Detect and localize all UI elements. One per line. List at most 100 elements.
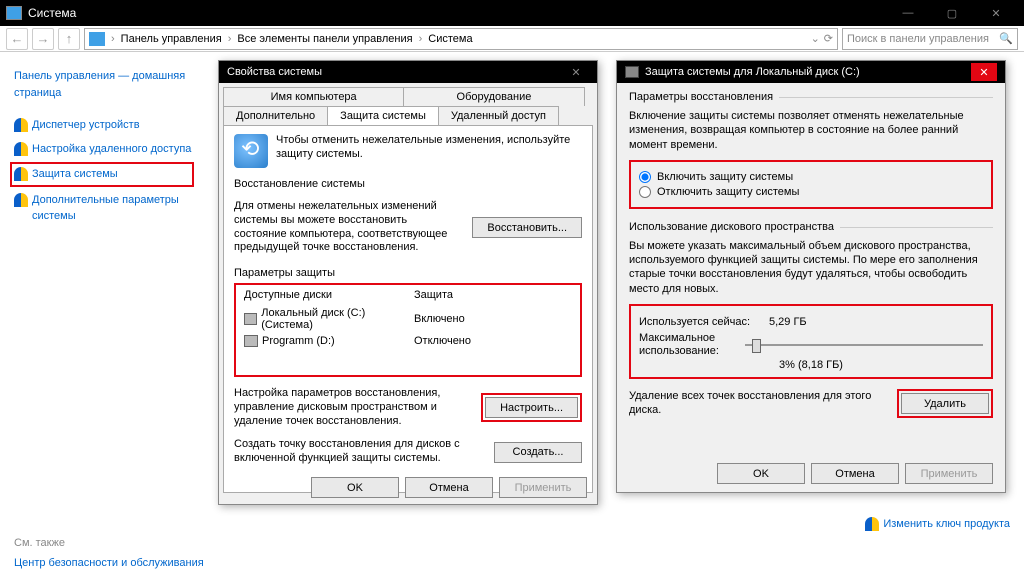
maximize-button[interactable]: ▢ — [930, 0, 974, 26]
sidebar-item-label[interactable]: Диспетчер устройств — [32, 117, 140, 134]
address-bar[interactable]: › Панель управления › Все элементы панел… — [84, 28, 838, 50]
slider-value: 3% (8,18 ГБ) — [639, 359, 983, 371]
tab-remote[interactable]: Удаленный доступ — [438, 106, 559, 125]
radio-label: Отключить защиту системы — [657, 186, 799, 198]
col-protection-header: Защита — [414, 289, 453, 301]
disk-usage-group: Использование дискового пространства — [629, 221, 993, 233]
tab-advanced[interactable]: Дополнительно — [223, 106, 328, 125]
radio-disable-protection[interactable]: Отключить защиту системы — [639, 186, 983, 198]
breadcrumb[interactable]: Все элементы панели управления — [237, 33, 412, 45]
chevron-down-icon[interactable]: ⌄ — [811, 32, 820, 45]
shield-icon — [14, 118, 28, 132]
breadcrumb[interactable]: Панель управления — [121, 33, 222, 45]
radio-highlight: Включить защиту системы Отключить защиту… — [629, 160, 993, 209]
shield-icon — [865, 517, 879, 531]
radio-input[interactable] — [639, 171, 651, 183]
dialog-title: Свойства системы — [227, 66, 322, 78]
protection-params-label: Параметры защиты — [234, 267, 582, 279]
restore-params-text: Включение защиты системы позволяет отмен… — [629, 109, 993, 152]
tab-system-protection[interactable]: Защита системы — [327, 106, 439, 125]
ok-button[interactable]: OK — [717, 463, 805, 484]
configure-button[interactable]: Настроить... — [485, 397, 578, 418]
sidebar-item-label[interactable]: Защита системы — [32, 166, 118, 183]
restore-section-label: Восстановление системы — [234, 178, 582, 190]
tab-bar: Имя компьютера Оборудование Дополнительн… — [219, 83, 597, 125]
drive-status: Отключено — [414, 335, 471, 347]
sidebar-item-device-manager[interactable]: Диспетчер устройств — [14, 115, 194, 136]
close-icon[interactable]: ✕ — [563, 63, 589, 81]
configure-highlight: Настроить... — [481, 393, 582, 422]
shield-icon — [14, 142, 28, 156]
sidebar: Панель управления — домашняя страница Ди… — [0, 52, 208, 585]
dialog-titlebar[interactable]: Защита системы для Локальный диск (C:) ✕ — [617, 61, 1005, 83]
shield-icon — [14, 193, 28, 207]
apply-button[interactable]: Применить — [905, 463, 993, 484]
col-drives-header: Доступные диски — [244, 289, 414, 301]
forward-button[interactable]: → — [32, 28, 54, 50]
computer-icon — [89, 32, 105, 46]
drive-status: Включено — [414, 313, 465, 325]
sidebar-item-label[interactable]: Дополнительные параметры системы — [32, 192, 194, 225]
sidebar-item-system-protection[interactable]: Защита системы — [10, 162, 194, 187]
drives-table: Доступные диски Защита Локальный диск (C… — [236, 285, 580, 349]
create-description: Создать точку восстановления для дисков … — [234, 438, 484, 466]
change-product-key[interactable]: Изменить ключ продукта — [865, 517, 1010, 531]
table-row[interactable]: Локальный диск (C:) (Система) Включено — [236, 305, 580, 333]
radio-label: Включить защиту системы — [657, 171, 793, 183]
restore-button[interactable]: Восстановить... — [472, 217, 582, 238]
tab-computer-name[interactable]: Имя компьютера — [223, 87, 404, 106]
drives-table-highlight: Доступные диски Защита Локальный диск (C… — [234, 283, 582, 377]
restore-icon — [234, 134, 268, 168]
restore-params-group: Параметры восстановления — [629, 91, 993, 103]
search-placeholder: Поиск в панели управления — [847, 33, 989, 45]
create-button[interactable]: Создать... — [494, 442, 582, 463]
close-icon[interactable]: ✕ — [971, 63, 997, 81]
cancel-button[interactable]: Отмена — [811, 463, 899, 484]
system-icon — [6, 6, 22, 20]
usage-highlight: Используется сейчас: 5,29 ГБ Максимально… — [629, 304, 993, 379]
refresh-icon[interactable]: ⟳ — [824, 32, 833, 45]
drive-icon — [244, 335, 258, 347]
shield-icon — [14, 167, 28, 181]
configure-description: Настройка параметров восстановления, упр… — [234, 387, 471, 428]
drive-icon — [244, 313, 257, 325]
radio-input[interactable] — [639, 186, 651, 198]
sidebar-item-label[interactable]: Настройка удаленного доступа — [32, 141, 191, 158]
delete-description: Удаление всех точек восстановления для э… — [629, 390, 887, 418]
minimize-button[interactable]: — — [886, 0, 930, 26]
drive-name: Локальный диск (C:) (Система) — [261, 307, 410, 331]
window-titlebar: Система — ▢ ✕ — [0, 0, 1024, 26]
up-button[interactable]: ↑ — [58, 28, 80, 50]
ok-button[interactable]: OK — [311, 477, 399, 498]
table-row[interactable]: Programm (D:) Отключено — [236, 333, 580, 349]
change-key-link[interactable]: Изменить ключ продукта — [883, 518, 1010, 530]
system-properties-dialog: Свойства системы ✕ Имя компьютера Оборуд… — [218, 60, 598, 505]
cancel-button[interactable]: Отмена — [405, 477, 493, 498]
used-now-value: 5,29 ГБ — [769, 316, 807, 328]
window-title: Система — [28, 6, 886, 20]
see-also-section: См. также Центр безопасности и обслужива… — [14, 537, 204, 572]
control-panel-home-link[interactable]: Панель управления — домашняя страница — [14, 68, 194, 101]
tab-hardware[interactable]: Оборудование — [403, 87, 584, 106]
breadcrumb[interactable]: Система — [428, 33, 472, 45]
search-icon: 🔍 — [999, 32, 1013, 45]
close-button[interactable]: ✕ — [974, 0, 1018, 26]
apply-button[interactable]: Применить — [499, 477, 587, 498]
security-center-link[interactable]: Центр безопасности и обслуживания — [14, 555, 204, 572]
see-also-label: См. также — [14, 537, 204, 549]
sidebar-item-advanced-settings[interactable]: Дополнительные параметры системы — [14, 190, 194, 227]
content-area: Свойства системы ✕ Имя компьютера Оборуд… — [208, 52, 1024, 585]
nav-toolbar: ← → ↑ › Панель управления › Все элементы… — [0, 26, 1024, 52]
drive-icon — [625, 66, 639, 78]
used-now-label: Используется сейчас: — [639, 316, 769, 328]
delete-highlight: Удалить — [897, 389, 993, 418]
delete-button[interactable]: Удалить — [901, 393, 989, 414]
search-input[interactable]: Поиск в панели управления 🔍 — [842, 28, 1018, 50]
max-usage-slider[interactable] — [745, 337, 983, 353]
back-button[interactable]: ← — [6, 28, 28, 50]
slider-thumb[interactable] — [752, 339, 761, 353]
sidebar-item-remote-settings[interactable]: Настройка удаленного доступа — [14, 139, 194, 160]
max-usage-label: Максимальное использование: — [639, 332, 739, 357]
dialog-titlebar[interactable]: Свойства системы ✕ — [219, 61, 597, 83]
radio-enable-protection[interactable]: Включить защиту системы — [639, 171, 983, 183]
